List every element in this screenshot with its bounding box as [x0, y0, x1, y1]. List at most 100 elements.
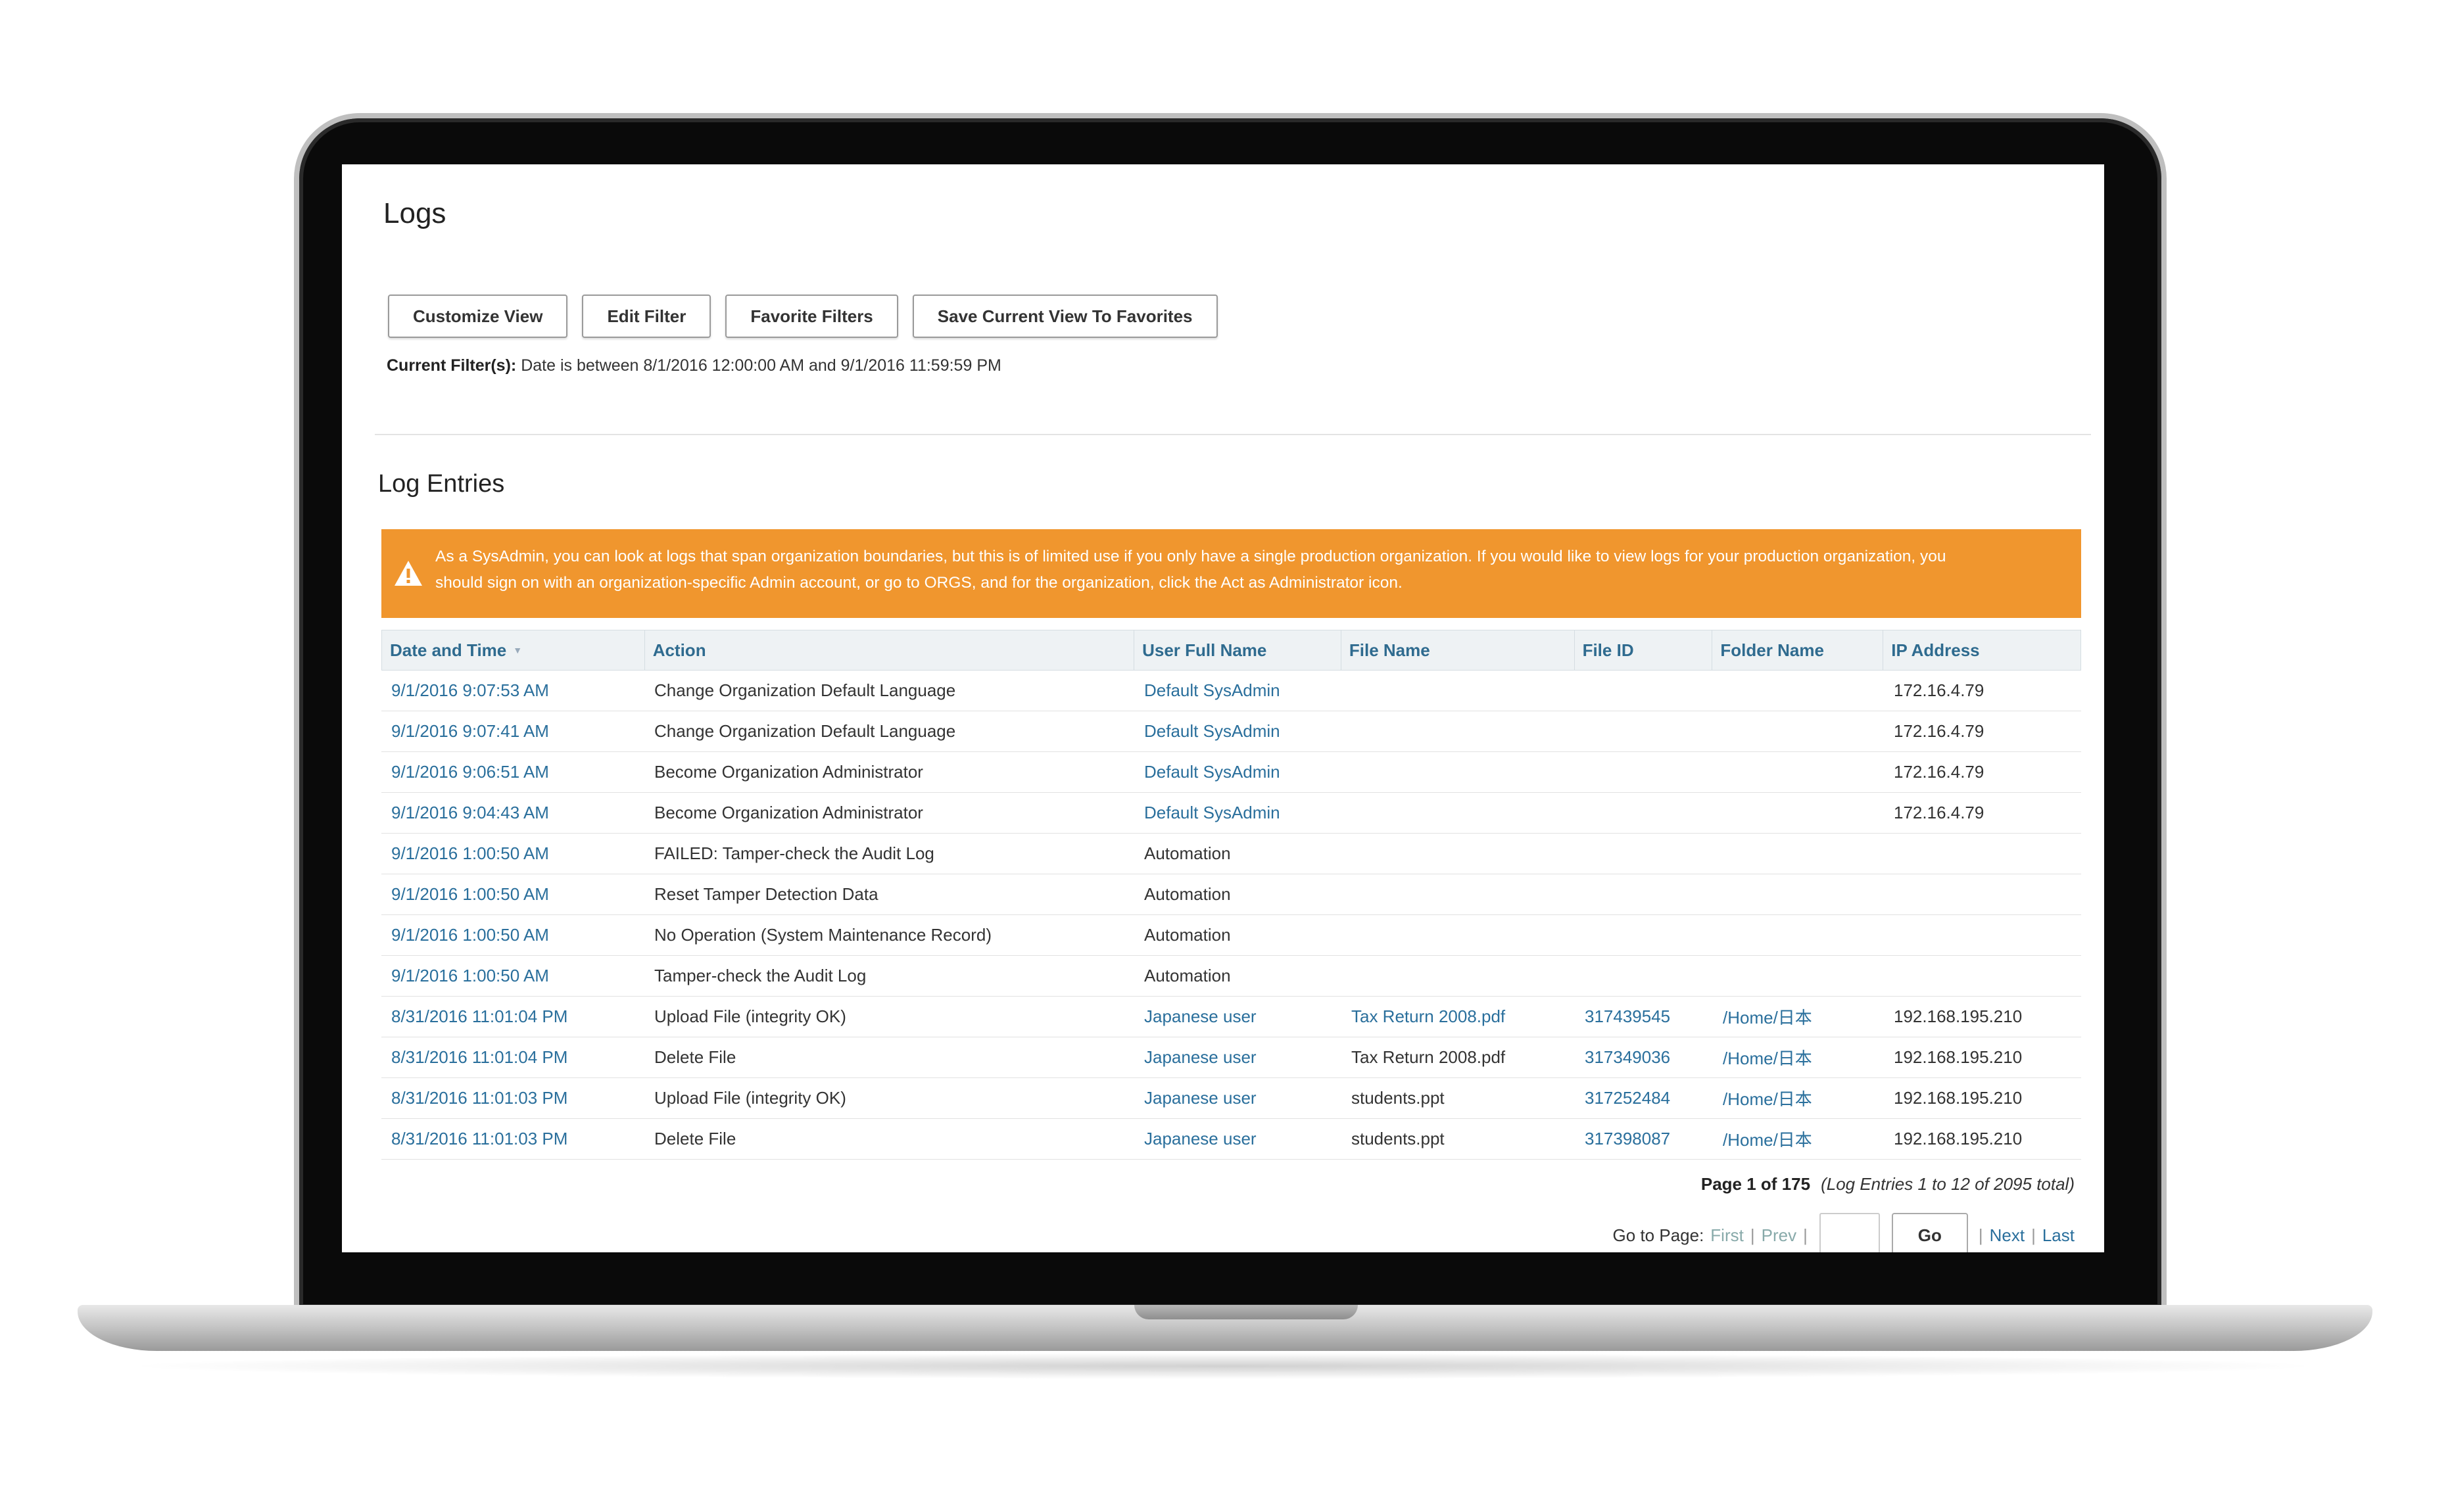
cell-file-name: Tax Return 2008.pdf: [1351, 1047, 1506, 1067]
table-row: 8/31/2016 11:01:04 PM Delete File Japanese…: [381, 1037, 2081, 1078]
cell-action: Change Organization Default Language: [654, 680, 956, 700]
cell-user-full-name: Automation: [1144, 884, 1231, 904]
cell-action: Upload File (integrity OK): [654, 1088, 846, 1108]
current-filter-label: Current Filter(s):: [387, 356, 517, 375]
table-row: 9/1/2016 9:07:53 AM Change Organization D…: [381, 671, 2081, 711]
current-filter: Current Filter(s): Date is between 8/1/2…: [387, 356, 1001, 375]
edit-filter-button[interactable]: Edit Filter: [582, 295, 711, 338]
cell-file-name[interactable]: Tax Return 2008.pdf: [1341, 1006, 1575, 1027]
cell-ip-address: 192.168.195.210: [1894, 1129, 2023, 1148]
table-row: 8/31/2016 11:01:03 PM Upload File (integr…: [381, 1078, 2081, 1119]
cell-folder-name[interactable]: /Home/日本: [1713, 1086, 1884, 1110]
column-header-file-name[interactable]: File Name: [1341, 630, 1575, 670]
cell-user-full-name: Automation: [1144, 843, 1231, 863]
table-row: 9/1/2016 1:00:50 AM FAILED: Tamper-check …: [381, 834, 2081, 874]
cell-action: FAILED: Tamper-check the Audit Log: [654, 843, 934, 863]
page-number-input[interactable]: [1819, 1213, 1880, 1252]
cell-user-full-name[interactable]: Default SysAdmin: [1134, 803, 1341, 823]
column-header-file-id[interactable]: File ID: [1575, 630, 1713, 670]
first-page-link[interactable]: First: [1710, 1225, 1744, 1246]
cell-file-id[interactable]: 317439545: [1575, 1006, 1713, 1027]
separator: |: [1803, 1225, 1808, 1245]
cell-ip-address: 172.16.4.79: [1894, 803, 1984, 822]
cell-date-time[interactable]: 9/1/2016 1:00:50 AM: [381, 843, 644, 864]
page-number-info: Page 1 of 175: [1700, 1174, 1811, 1194]
current-filter-value: Date is between 8/1/2016 12:00:00 AM and…: [521, 356, 1001, 375]
cell-user-full-name[interactable]: Japanese user: [1134, 1047, 1341, 1068]
cell-date-time[interactable]: 8/31/2016 11:01:04 PM: [381, 1006, 644, 1027]
go-to-page-label: Go to Page:: [1612, 1225, 1704, 1245]
cell-action: Tamper-check the Audit Log: [654, 966, 867, 985]
cell-action: Reset Tamper Detection Data: [654, 884, 878, 904]
cell-date-time[interactable]: 9/1/2016 9:06:51 AM: [381, 762, 644, 782]
save-view-to-favorites-button[interactable]: Save Current View To Favorites: [912, 295, 1218, 338]
last-page-link[interactable]: Last: [2042, 1225, 2075, 1246]
cell-user-full-name[interactable]: Default SysAdmin: [1134, 721, 1341, 742]
laptop-shadow: [118, 1353, 2328, 1379]
cell-date-time[interactable]: 9/1/2016 1:00:50 AM: [381, 966, 644, 986]
cell-date-time[interactable]: 9/1/2016 1:00:50 AM: [381, 925, 644, 945]
cell-user-full-name[interactable]: Default SysAdmin: [1134, 762, 1341, 782]
log-entries-table: Date and Time ▼ Action User Full Name Fil…: [381, 630, 2081, 1160]
cell-folder-name[interactable]: /Home/日本: [1713, 1127, 1884, 1151]
warning-icon: [395, 561, 422, 586]
cell-action: Become Organization Administrator: [654, 803, 923, 822]
cell-ip-address: 192.168.195.210: [1894, 1088, 2023, 1108]
page-info: Page 1 of 175 (Log Entries 1 to 12 of 209…: [1701, 1174, 2075, 1194]
cell-date-time[interactable]: 9/1/2016 9:07:41 AM: [381, 721, 644, 742]
cell-file-id[interactable]: 317349036: [1575, 1047, 1713, 1068]
cell-folder-name[interactable]: /Home/日本: [1713, 1004, 1884, 1029]
table-body: 9/1/2016 9:07:53 AM Change Organization D…: [381, 671, 2081, 1160]
cell-date-time[interactable]: 8/31/2016 11:01:03 PM: [381, 1088, 644, 1108]
table-row: 8/31/2016 11:01:03 PM Delete File Japanese…: [381, 1119, 2081, 1160]
go-button[interactable]: Go: [1891, 1213, 1968, 1252]
separator: |: [1750, 1225, 1755, 1245]
cell-date-time[interactable]: 9/1/2016 9:04:43 AM: [381, 803, 644, 823]
cell-date-time[interactable]: 9/1/2016 9:07:53 AM: [381, 680, 644, 701]
column-header-ip-address[interactable]: IP Address: [1883, 630, 2080, 670]
cell-action: No Operation (System Maintenance Record): [654, 925, 992, 945]
separator: |: [2031, 1225, 2036, 1245]
table-row: 8/31/2016 11:01:04 PM Upload File (integr…: [381, 997, 2081, 1037]
pagination-controls: Go to Page: First | Prev | Go | Next | L…: [1613, 1213, 2075, 1252]
cell-user-full-name[interactable]: Japanese user: [1134, 1129, 1341, 1149]
cell-ip-address: 172.16.4.79: [1894, 680, 1984, 700]
column-header-label: Date and Time: [390, 640, 507, 660]
cell-ip-address: 172.16.4.79: [1894, 762, 1984, 782]
entries-count-info: (Log Entries 1 to 12 of 2095 total): [1821, 1174, 2075, 1194]
separator: |: [1978, 1225, 1983, 1245]
cell-file-id[interactable]: 317252484: [1575, 1088, 1713, 1108]
cell-date-time[interactable]: 8/31/2016 11:01:03 PM: [381, 1129, 644, 1149]
column-header-date-and-time[interactable]: Date and Time ▼: [382, 630, 645, 670]
cell-action: Become Organization Administrator: [654, 762, 923, 782]
column-header-folder-name[interactable]: Folder Name: [1712, 630, 1884, 670]
table-header: Date and Time ▼ Action User Full Name Fil…: [381, 630, 2081, 671]
column-header-user-full-name[interactable]: User Full Name: [1134, 630, 1341, 670]
customize-view-button[interactable]: Customize View: [388, 295, 568, 338]
cell-file-id[interactable]: 317398087: [1575, 1129, 1713, 1149]
cell-user-full-name[interactable]: Japanese user: [1134, 1088, 1341, 1108]
cell-user-full-name: Automation: [1144, 925, 1231, 945]
divider: [375, 434, 2091, 435]
laptop-screen: Logs Customize View Edit Filter Favorite…: [342, 164, 2104, 1252]
favorite-filters-button[interactable]: Favorite Filters: [725, 295, 898, 338]
laptop-base-notch: [1134, 1305, 1358, 1319]
cell-action: Delete File: [654, 1047, 736, 1067]
cell-user-full-name[interactable]: Japanese user: [1134, 1006, 1341, 1027]
next-page-link[interactable]: Next: [1990, 1225, 2025, 1246]
table-row: 9/1/2016 9:04:43 AM Become Organization A…: [381, 793, 2081, 834]
cell-ip-address: 172.16.4.79: [1894, 721, 1984, 741]
table-row: 9/1/2016 1:00:50 AM Reset Tamper Detectio…: [381, 874, 2081, 915]
cell-file-name: students.ppt: [1351, 1088, 1445, 1108]
column-header-action[interactable]: Action: [645, 630, 1135, 670]
cell-action: Upload File (integrity OK): [654, 1006, 846, 1026]
table-row: 9/1/2016 1:00:50 AM Tamper-check the Audi…: [381, 956, 2081, 997]
cell-date-time[interactable]: 9/1/2016 1:00:50 AM: [381, 884, 644, 905]
cell-folder-name[interactable]: /Home/日本: [1713, 1045, 1884, 1070]
log-entries-title: Log Entries: [378, 470, 505, 498]
prev-page-link[interactable]: Prev: [1762, 1225, 1796, 1246]
cell-date-time[interactable]: 8/31/2016 11:01:04 PM: [381, 1047, 644, 1068]
table-row: 9/1/2016 9:07:41 AM Change Organization D…: [381, 711, 2081, 752]
table-row: 9/1/2016 9:06:51 AM Become Organization A…: [381, 752, 2081, 793]
cell-user-full-name[interactable]: Default SysAdmin: [1134, 680, 1341, 701]
